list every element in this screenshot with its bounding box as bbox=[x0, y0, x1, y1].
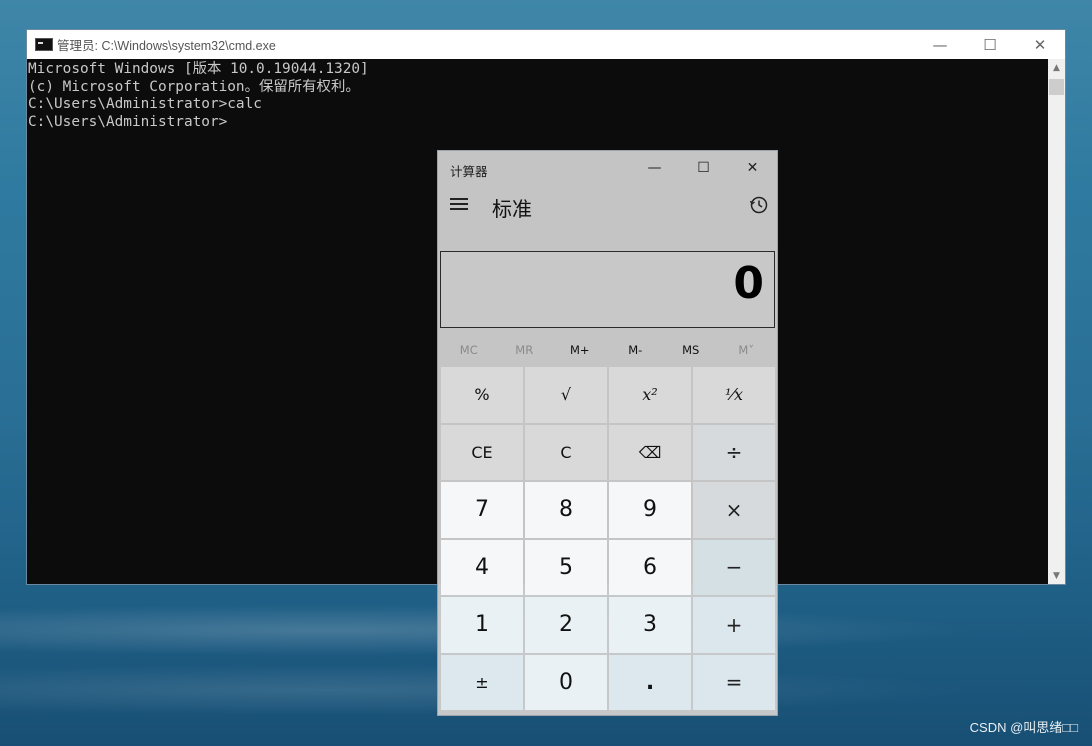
cmd-close-button[interactable]: ✕ bbox=[1015, 30, 1065, 59]
digit-4-button[interactable]: 4 bbox=[441, 539, 523, 595]
scroll-down-arrow-icon[interactable]: ▼ bbox=[1048, 567, 1065, 584]
digit-9-button[interactable]: 9 bbox=[609, 482, 691, 538]
digit-5-button[interactable]: 5 bbox=[525, 539, 607, 595]
memory-list-button[interactable]: M˅ bbox=[719, 335, 775, 365]
digit-7-button[interactable]: 7 bbox=[441, 482, 523, 538]
menu-icon[interactable] bbox=[450, 198, 468, 213]
calc-display: 0 bbox=[440, 251, 775, 328]
calc-header: 计算器 — ☐ ✕ 标准 bbox=[438, 151, 777, 249]
memory-recall-button[interactable]: MR bbox=[497, 335, 553, 365]
memory-clear-button[interactable]: MC bbox=[441, 335, 497, 365]
watermark: CSDN @叫思绪□□ bbox=[969, 720, 1078, 735]
calc-close-button[interactable]: ✕ bbox=[728, 151, 777, 185]
cmd-icon bbox=[35, 38, 53, 51]
clear-button[interactable]: C bbox=[525, 424, 607, 480]
digit-3-button[interactable]: 3 bbox=[609, 597, 691, 653]
scroll-thumb[interactable] bbox=[1049, 79, 1064, 95]
digit-0-button[interactable]: 0 bbox=[525, 654, 607, 710]
negate-button[interactable]: ± bbox=[441, 654, 523, 710]
memory-subtract-button[interactable]: M- bbox=[608, 335, 664, 365]
digit-2-button[interactable]: 2 bbox=[525, 597, 607, 653]
memory-store-button[interactable]: MS bbox=[663, 335, 719, 365]
memory-add-button[interactable]: M+ bbox=[552, 335, 608, 365]
history-icon[interactable] bbox=[749, 195, 769, 215]
divide-button[interactable]: ÷ bbox=[693, 424, 775, 480]
square-button[interactable]: x² bbox=[609, 367, 691, 423]
calc-mode-title: 标准 bbox=[492, 197, 532, 221]
console-line: (c) Microsoft Corporation。保留所有权利。 bbox=[28, 78, 360, 95]
cmd-minimize-button[interactable]: — bbox=[915, 30, 965, 59]
console-line: C:\Users\Administrator> bbox=[28, 113, 228, 130]
cmd-scrollbar[interactable]: ▲ ▼ bbox=[1048, 59, 1065, 584]
cmd-maximize-button[interactable]: ☐ bbox=[965, 30, 1015, 59]
console-line: C:\Users\Administrator>calc bbox=[28, 96, 262, 112]
plus-button[interactable]: + bbox=[693, 597, 775, 653]
minus-button[interactable]: − bbox=[693, 539, 775, 595]
display-value: 0 bbox=[733, 258, 764, 309]
calc-title: 计算器 bbox=[450, 164, 488, 179]
cmd-title-bar[interactable]: 管理员: C:\Windows\system32\cmd.exe — ☐ ✕ bbox=[27, 30, 1065, 59]
multiply-button[interactable]: × bbox=[693, 482, 775, 538]
console-line: Microsoft Windows [版本 10.0.19044.1320] bbox=[28, 61, 369, 77]
cmd-title: 管理员: C:\Windows\system32\cmd.exe bbox=[57, 39, 276, 53]
calculator-window: 计算器 — ☐ ✕ 标准 0 MC MR M+ M- MS M˅ % √ x² … bbox=[437, 150, 778, 716]
decimal-button[interactable]: . bbox=[609, 654, 691, 710]
digit-6-button[interactable]: 6 bbox=[609, 539, 691, 595]
reciprocal-button[interactable]: ⅟x bbox=[693, 367, 775, 423]
sqrt-button[interactable]: √ bbox=[525, 367, 607, 423]
digit-8-button[interactable]: 8 bbox=[525, 482, 607, 538]
calc-minimize-button[interactable]: — bbox=[630, 151, 679, 185]
digit-1-button[interactable]: 1 bbox=[441, 597, 523, 653]
calc-maximize-button[interactable]: ☐ bbox=[679, 151, 728, 185]
equals-button[interactable]: = bbox=[693, 654, 775, 710]
clear-entry-button[interactable]: CE bbox=[441, 424, 523, 480]
memory-row: MC MR M+ M- MS M˅ bbox=[441, 335, 774, 365]
percent-button[interactable]: % bbox=[441, 367, 523, 423]
scroll-up-arrow-icon[interactable]: ▲ bbox=[1048, 59, 1065, 76]
keypad: % √ x² ⅟x CE C ⌫ ÷ 7 8 9 × 4 5 6 − 1 2 3… bbox=[441, 367, 775, 710]
backspace-button[interactable]: ⌫ bbox=[609, 424, 691, 480]
